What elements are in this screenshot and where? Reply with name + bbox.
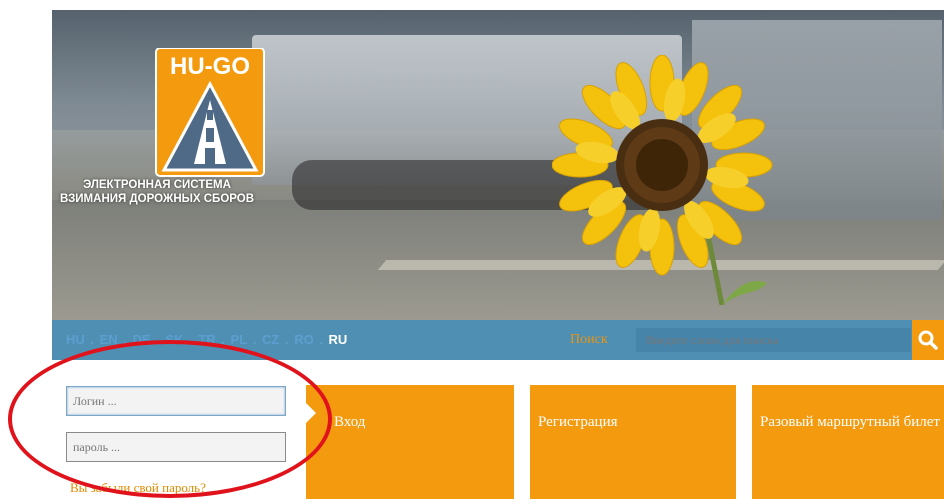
language-separator: . bbox=[217, 332, 229, 347]
language-link-pl[interactable]: PL bbox=[231, 332, 248, 347]
language-separator: . bbox=[86, 332, 98, 347]
registration-tile[interactable]: Регистрация bbox=[530, 385, 736, 499]
forgot-password-link[interactable]: Вы забыли свой пароль? bbox=[70, 480, 206, 496]
search-input[interactable] bbox=[636, 328, 911, 352]
route-ticket-tile-label: Разовый маршрутный билет bbox=[760, 414, 940, 430]
hero-banner: HU-GO ЭЛЕКТРОННАЯ СИСТЕМА ВЗИМАНИЯ ДОРОЖ… bbox=[52, 10, 944, 320]
login-field[interactable] bbox=[66, 386, 286, 416]
hu-go-logo: HU-GO bbox=[155, 48, 265, 177]
language-link-cz[interactable]: CZ bbox=[262, 332, 279, 347]
language-separator: . bbox=[119, 332, 131, 347]
language-separator: . bbox=[315, 332, 327, 347]
language-link-en[interactable]: EN bbox=[100, 332, 118, 347]
language-link-ru[interactable]: RU bbox=[329, 332, 348, 347]
language-separator: . bbox=[281, 332, 293, 347]
route-ticket-tile[interactable]: Разовый маршрутный билет bbox=[752, 385, 944, 499]
language-search-bar: HU . EN . DE . SK . TR . PL . CZ . RO . … bbox=[52, 320, 912, 360]
language-list: HU . EN . DE . SK . TR . PL . CZ . RO . … bbox=[66, 332, 349, 347]
language-separator: . bbox=[185, 332, 197, 347]
search-label: Поиск bbox=[570, 332, 608, 347]
registration-tile-label: Регистрация bbox=[538, 414, 618, 430]
search-button[interactable] bbox=[912, 320, 944, 360]
search-icon bbox=[918, 330, 938, 350]
password-field[interactable] bbox=[66, 432, 286, 462]
language-link-de[interactable]: DE bbox=[133, 332, 151, 347]
login-tile-label: Вход bbox=[334, 414, 366, 430]
language-link-sk[interactable]: SK bbox=[165, 332, 183, 347]
sunflower-image bbox=[552, 55, 773, 305]
login-form: Вы забыли свой пароль? bbox=[52, 374, 302, 499]
login-tile[interactable]: Вход bbox=[306, 385, 514, 499]
language-separator: . bbox=[249, 332, 260, 347]
language-link-ro[interactable]: RO bbox=[294, 332, 314, 347]
language-link-tr[interactable]: TR bbox=[198, 332, 215, 347]
language-separator: . bbox=[152, 332, 164, 347]
language-link-hu[interactable]: HU bbox=[66, 332, 85, 347]
svg-text:HU-GO: HU-GO bbox=[170, 53, 250, 80]
logo-tagline: ЭЛЕКТРОННАЯ СИСТЕМА ВЗИМАНИЯ ДОРОЖНЫХ СБ… bbox=[59, 179, 255, 205]
